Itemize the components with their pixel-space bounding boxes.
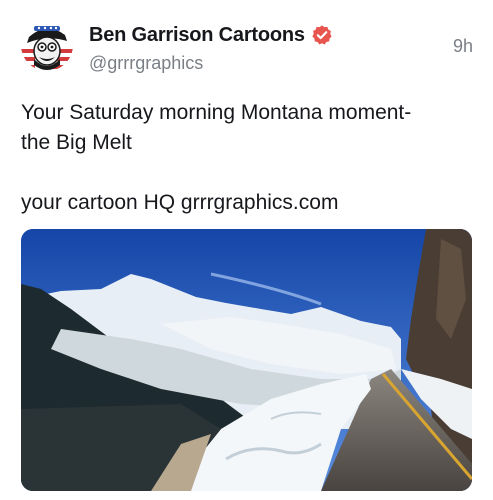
post-text: Your Saturday morning Montana moment- th… [21,98,471,218]
post-text-gap [21,158,471,188]
display-name[interactable]: Ben Garrison Cartoons [89,24,305,47]
mountain-road-snow-photo [21,229,472,491]
avatar[interactable] [21,19,73,71]
display-name-row: Ben Garrison Cartoons [89,18,333,52]
post-text-line[interactable]: your cartoon HQ grrrgraphics.com [21,188,471,218]
author-handle[interactable]: @grrrgraphics [89,53,333,74]
post-timestamp[interactable]: 9h [453,36,473,57]
post-header: Ben Garrison Cartoons @grrrgraphics 9h [21,18,473,74]
post-card[interactable]: Ben Garrison Cartoons @grrrgraphics 9h Y… [0,0,493,500]
post-photo[interactable] [21,229,472,491]
avatar-image [21,19,73,71]
post-text-line: the Big Melt [21,131,132,154]
post-text-line: Your Saturday morning Montana moment- [21,101,412,124]
author-names: Ben Garrison Cartoons @grrrgraphics [89,18,333,74]
verified-badge-icon [311,24,333,46]
